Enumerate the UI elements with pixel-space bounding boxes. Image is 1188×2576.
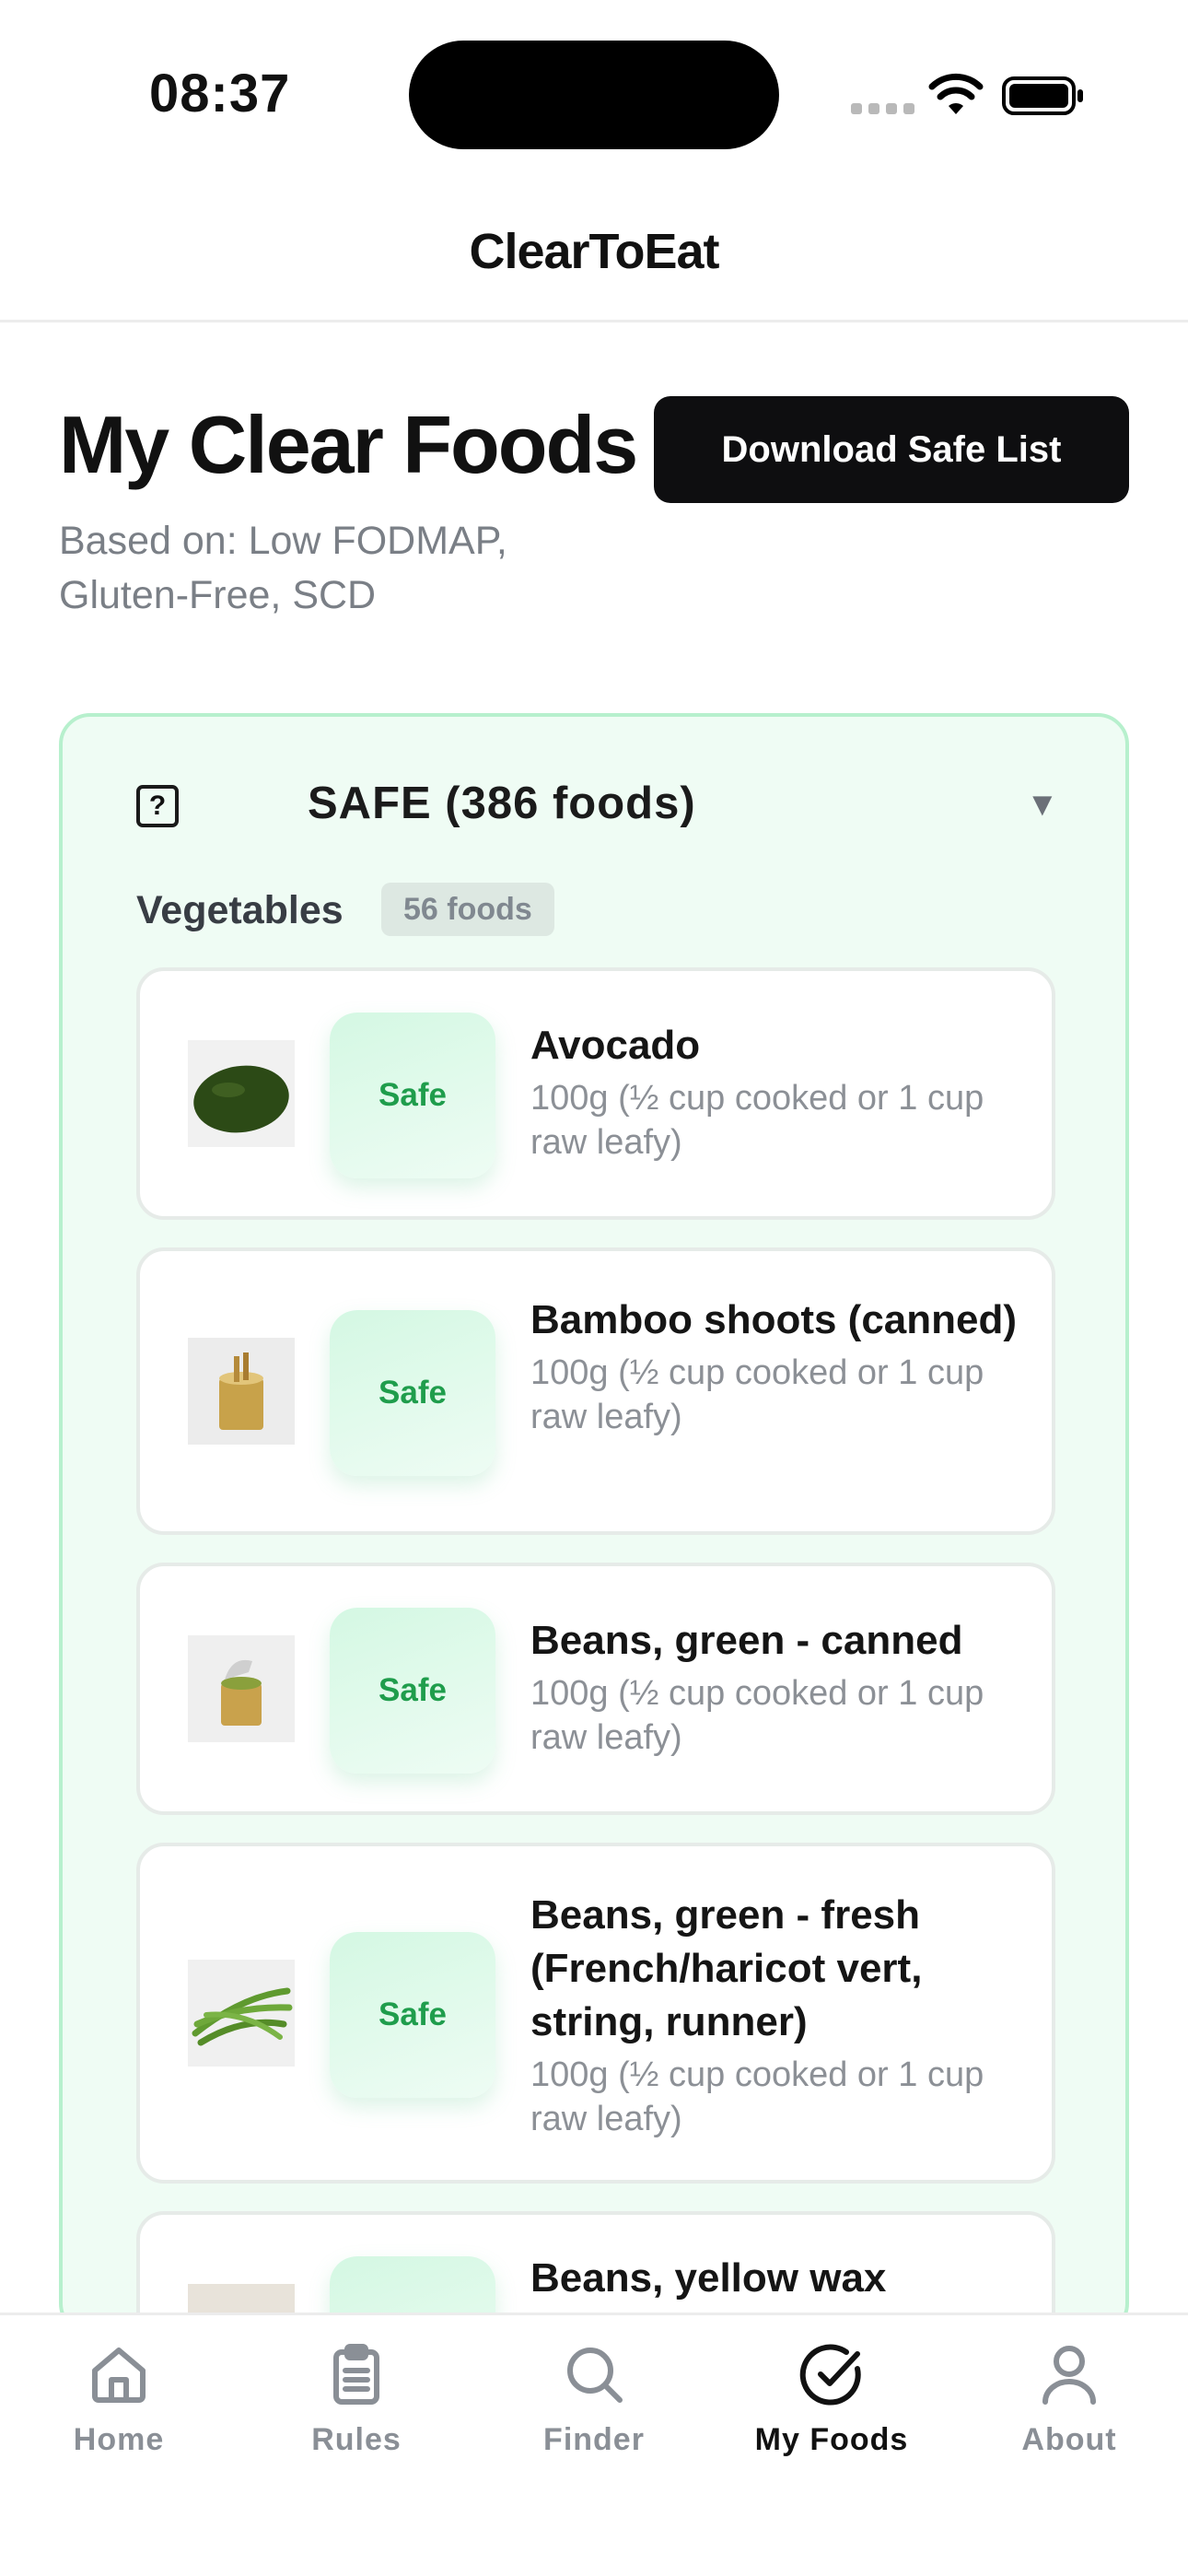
tab-label: Home [73,2422,165,2457]
food-text: Beans, yellow wax [530,2252,1028,2305]
food-image-avocado [188,1040,295,1147]
battery-icon [1002,76,1083,115]
page-title: My Clear Foods [59,399,638,490]
food-card[interactable]: Safe Bamboo shoots (canned) 100g (½ cup … [136,1247,1055,1535]
food-card[interactable]: Safe Beans, green - canned 100g (½ cup c… [136,1563,1055,1815]
food-text: Beans, green - fresh (French/haricot ver… [530,1889,1028,2141]
food-name: Beans, green - fresh (French/haricot ver… [530,1892,923,2044]
status-time: 08:37 [149,64,291,123]
help-icon[interactable]: ? [136,785,179,827]
food-text: Beans, green - canned 100g (½ cup cooked… [530,1614,1028,1760]
food-text: Bamboo shoots (canned) 100g (½ cup cooke… [530,1294,1028,1439]
tab-label: About [1021,2422,1117,2457]
safe-section-title[interactable]: SAFE (386 foods) [308,778,696,829]
app-header: ClearToEat [0,184,1188,322]
safe-badge: Safe [330,1310,495,1476]
clipboard-icon [333,2344,379,2405]
food-portion: 100g (½ cup cooked or 1 cup raw leafy) [530,2055,984,2138]
chevron-down-icon[interactable]: ▼ [1026,785,1059,824]
food-portion: 100g (½ cup cooked or 1 cup raw leafy) [530,1674,984,1757]
tab-label: Rules [311,2422,402,2457]
download-safe-list-button[interactable]: Download Safe List [654,396,1129,503]
food-card[interactable]: Safe Avocado 100g (½ cup cooked or 1 cup… [136,967,1055,1220]
check-circle-icon [799,2344,861,2406]
tab-label: My Foods [754,2422,909,2457]
tab-label: Finder [543,2422,645,2457]
food-card[interactable]: Safe Beans, green - fresh (French/harico… [136,1843,1055,2184]
category-count-badge: 56 foods [381,883,554,936]
food-portion: 100g (½ cup cooked or 1 cup raw leafy) [530,1353,984,1436]
status-bar: 08:37 [0,0,1188,184]
food-portion: 100g (½ cup cooked or 1 cup raw leafy) [530,1079,984,1162]
tab-finder[interactable]: Finder [475,2341,713,2525]
safe-badge: Safe [330,1608,495,1774]
food-name: Beans, yellow wax [530,2255,887,2301]
dynamic-island [409,41,779,149]
food-image-fresh-green-beans [188,1960,295,2067]
category-label: Vegetables [136,888,344,932]
search-icon [567,2348,623,2403]
tab-rules[interactable]: Rules [238,2341,475,2525]
food-name: Bamboo shoots (canned) [530,1297,1018,1342]
tab-home[interactable]: Home [0,2341,238,2525]
home-icon [92,2348,146,2403]
food-name: Beans, green - canned [530,1618,963,1663]
food-text: Avocado 100g (½ cup cooked or 1 cup raw … [530,1019,1028,1165]
app-title: ClearToEat [469,224,719,279]
wifi-icon [928,73,984,114]
diet-basis-text: Based on: Low FODMAP, Gluten-Free, SCD [59,519,507,617]
food-name: Avocado [530,1023,701,1068]
food-image-bamboo-shoots [188,1338,295,1445]
user-icon [1042,2346,1096,2405]
safe-badge: Safe [330,1932,495,2098]
tab-about[interactable]: About [950,2341,1188,2525]
tab-my-foods[interactable]: My Foods [713,2341,950,2525]
bottom-tab-bar: Home Rules Finder My Foods About [0,2313,1188,2576]
safe-badge: Safe [330,1013,495,1178]
safe-foods-panel: ? SAFE (386 foods) ▼ Vegetables 56 foods… [59,713,1129,2335]
food-image-canned-green-beans [188,1635,295,1742]
cellular-signal-icon [851,103,914,114]
